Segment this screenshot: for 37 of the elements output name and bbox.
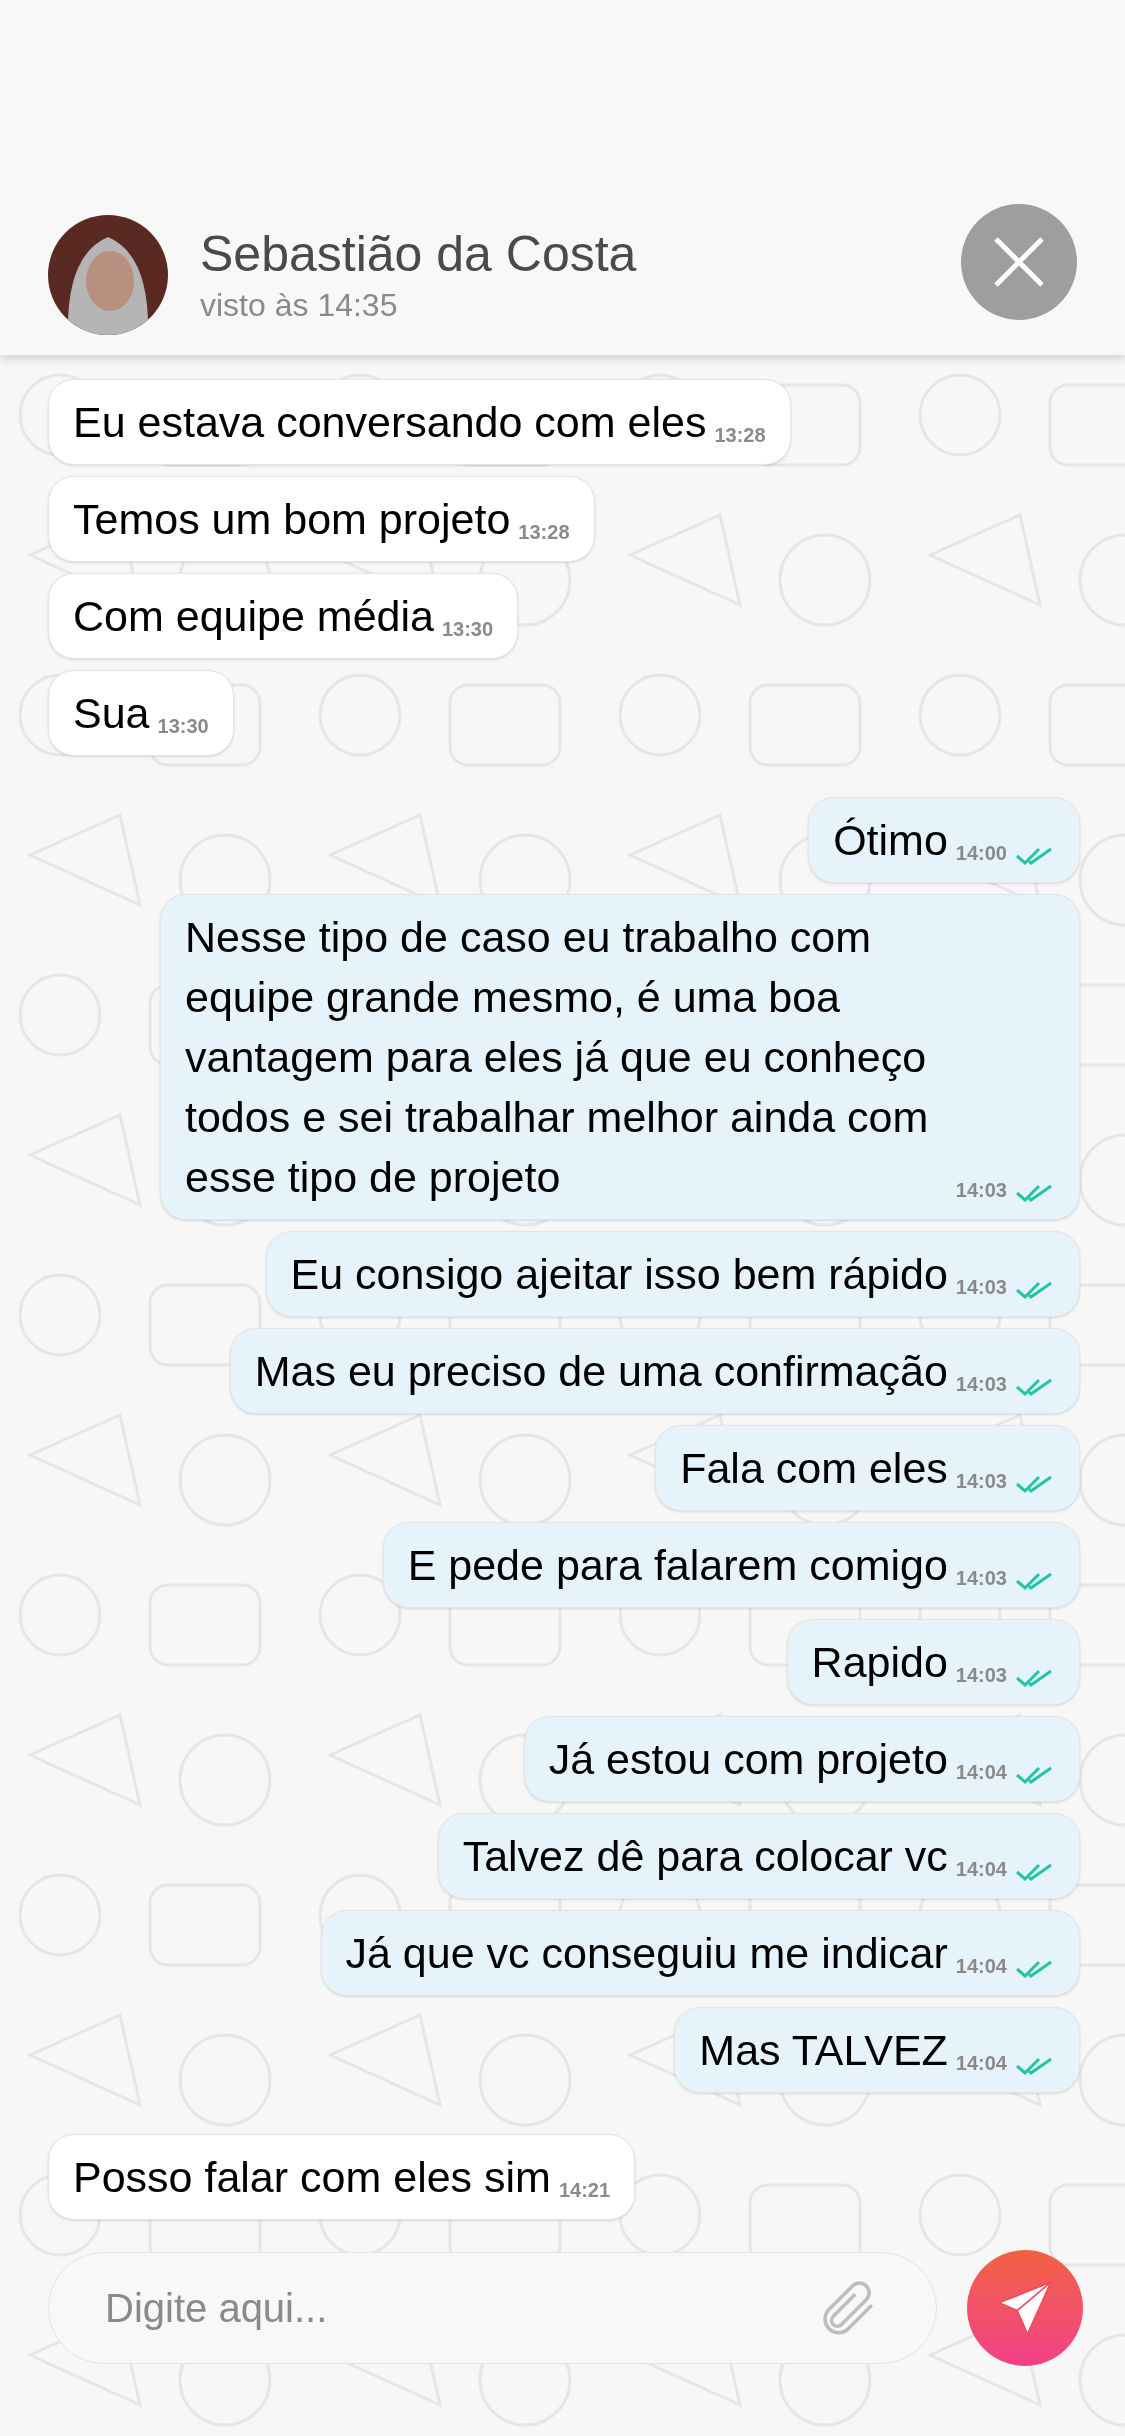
message-time: 13:30 [157,714,209,739]
message-time: 14:03 [955,1178,1007,1203]
message-text: Nesse tipo de caso eu trabalho com equipe grande mesmo, é uma boa vantagem para eles já que eu conheço todos e sei trabalhar melhor ainda com esse tipo de projeto [185,912,930,1203]
message-text: Eu consigo ajeitar isso bem rápido [290,1249,948,1300]
message-time: 14:21 [558,2178,611,2203]
message-time: 14:00 [955,841,1007,866]
message-text: Ótimo [833,815,948,866]
message-time: 14:03 [955,1275,1007,1300]
message-time: 13:30 [441,617,494,642]
message-time: 14:03 [955,1566,1007,1591]
message-time: 14:03 [955,1469,1007,1494]
message-time: 13:28 [714,423,766,448]
message-text: Já que vc conseguiu me indicar [345,1928,948,1979]
message-text: Mas eu preciso de uma confirmação [254,1346,948,1397]
message-text: Posso falar com eles sim [73,2152,551,2203]
message-time: 14:04 [955,1954,1007,1979]
message-text: Sua [73,688,150,739]
close-icon [992,235,1046,289]
message-text: E pede para falarem comigo [407,1540,948,1591]
message-time: 14:04 [955,1857,1007,1882]
message-time: 13:28 [518,520,570,545]
message-input[interactable]: Digite aqui... [105,2278,814,2338]
message-text: Fala com eles [680,1443,948,1494]
message-text: Eu estava conversando com eles [73,397,707,448]
message-text: Rapido [811,1637,948,1688]
message-text: Talvez dê para colocar vc [462,1831,948,1882]
last-seen-status: visto às 14:35 [200,286,399,325]
message-time: 14:03 [955,1663,1007,1688]
message-text: Temos um bom projeto [73,494,511,545]
message-text: Com equipe média [73,591,434,642]
message-field[interactable]: Digite aqui... [48,2252,937,2364]
message-text: Já estou com projeto [548,1734,948,1785]
message-text: Mas TALVEZ [699,2025,948,2076]
message-time: 14:04 [955,1760,1007,1785]
contact-name: Sebastião da Costa [200,225,637,284]
message-time: 14:04 [955,2051,1007,2076]
message-time: 14:03 [955,1372,1007,1397]
